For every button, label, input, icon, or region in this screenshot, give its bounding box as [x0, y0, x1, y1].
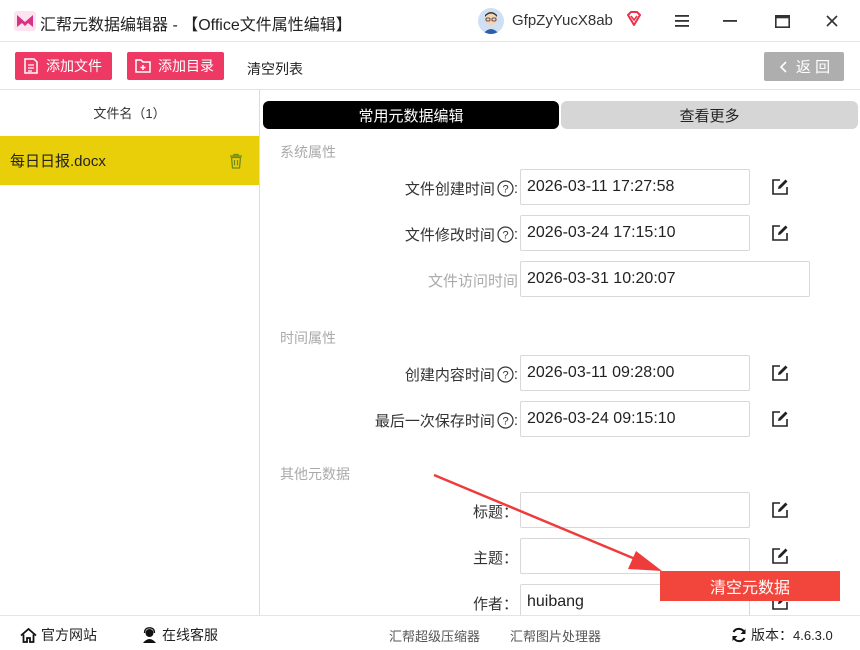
close-icon — [826, 15, 838, 27]
accessed-time-label: 文件访问时间 — [427, 273, 518, 290]
app-logo-icon — [14, 11, 36, 31]
created-time-label: 文件创建时间 ? : — [405, 178, 518, 199]
last-saved-field[interactable]: 2026-03-24 09:15:10 — [520, 401, 750, 437]
modified-time-field[interactable]: 2026-03-24 17:15:10 — [520, 215, 750, 251]
chevron-left-icon — [779, 60, 787, 73]
section-time: 时间属性 — [280, 330, 336, 346]
version-label: 版本： — [751, 627, 793, 643]
menu-button[interactable] — [670, 9, 694, 33]
section-system: 系统属性 — [280, 144, 336, 160]
username[interactable]: GfpZyYucX8ab — [512, 12, 613, 29]
file-list-header: 文件名（1） — [93, 105, 166, 121]
close-button[interactable] — [820, 9, 844, 33]
file-list-item[interactable]: 每日日报.docx — [0, 136, 259, 185]
add-file-button[interactable]: 添加文件 — [15, 52, 112, 80]
edit-icon[interactable] — [770, 177, 790, 197]
svg-text:?: ? — [502, 416, 508, 428]
official-site-label: 官方网站 — [41, 627, 97, 643]
trash-icon[interactable] — [229, 153, 243, 169]
minimize-icon — [723, 20, 737, 22]
edit-icon[interactable] — [770, 223, 790, 243]
tab-view-more[interactable]: 查看更多 — [561, 101, 858, 129]
content-created-field[interactable]: 2026-03-11 09:28:00 — [520, 355, 750, 391]
title-field[interactable] — [520, 492, 750, 528]
last-saved-label-text: 最后一次保存时间 — [374, 413, 495, 430]
home-icon — [20, 627, 37, 643]
vip-diamond-icon[interactable] — [625, 10, 643, 28]
svg-text:?: ? — [502, 184, 508, 196]
created-time-field[interactable]: 2026-03-11 17:27:58 — [520, 169, 750, 205]
maximize-button[interactable] — [770, 9, 794, 33]
edit-icon[interactable] — [770, 409, 790, 429]
colon: : — [513, 366, 518, 383]
colon: : — [513, 226, 518, 243]
file-list-panel: 文件名（1） 每日日报.docx — [0, 90, 260, 615]
avatar-icon — [478, 8, 504, 34]
refresh-icon — [732, 627, 746, 643]
window-title: 汇帮元数据编辑器 - 【Office文件属性编辑】 — [40, 17, 352, 34]
online-support-link[interactable]: 在线客服 — [141, 625, 218, 645]
add-dir-button[interactable]: 添加目录 — [127, 52, 224, 80]
minimize-button[interactable] — [718, 9, 742, 33]
modified-time-label: 文件修改时间 ? : — [405, 224, 518, 245]
edit-icon[interactable] — [770, 363, 790, 383]
back-label: 返 回 — [795, 59, 831, 76]
help-icon[interactable]: ? — [497, 180, 514, 197]
hamburger-icon — [675, 15, 689, 27]
edit-icon[interactable] — [770, 500, 790, 520]
subject-field[interactable] — [520, 538, 750, 574]
add-dir-label: 添加目录 — [158, 58, 214, 74]
title-bar: 汇帮元数据编辑器 - 【Office文件属性编辑】 GfpZyYucX8ab — [0, 0, 860, 42]
version-info[interactable]: 版本： 4.6.3.0 — [731, 625, 833, 645]
official-site-link[interactable]: 官方网站 — [20, 625, 97, 645]
content-created-label-text: 创建内容时间 — [404, 367, 495, 384]
subject-label: 主题： — [472, 550, 518, 567]
file-name: 每日日报.docx — [10, 153, 106, 170]
modified-time-label-text: 文件修改时间 — [404, 227, 495, 244]
created-time-label-text: 文件创建时间 — [404, 181, 495, 198]
add-file-icon — [24, 57, 38, 74]
status-bar: 官方网站 在线客服 汇帮超级压缩器 汇帮图片处理器 版本： 4.6.3.0 — [0, 615, 860, 650]
metadata-panel: 常用元数据编辑 查看更多 系统属性 文件创建时间 ? : 2026-03-11 … — [261, 90, 860, 615]
clear-list-button[interactable]: 清空列表 — [247, 59, 303, 79]
svg-text:?: ? — [502, 370, 508, 382]
colon: : — [513, 180, 518, 197]
version-number: 4.6.3.0 — [793, 627, 833, 643]
content-created-label: 创建内容时间 ? : — [405, 364, 518, 385]
help-icon[interactable]: ? — [497, 366, 514, 383]
title-label: 标题： — [472, 504, 518, 521]
author-label: 作者： — [472, 596, 518, 613]
support-agent-icon — [143, 627, 156, 643]
last-saved-label: 最后一次保存时间 ? : — [375, 410, 518, 431]
user-avatar[interactable] — [478, 8, 504, 34]
colon: : — [513, 412, 518, 429]
online-support-label: 在线客服 — [162, 627, 218, 643]
back-button[interactable]: 返 回 — [764, 52, 844, 81]
help-icon[interactable]: ? — [497, 412, 514, 429]
add-folder-icon — [135, 59, 151, 73]
section-other: 其他元数据 — [280, 466, 350, 482]
toolbar: 添加文件 添加目录 清空列表 返 回 — [0, 42, 860, 90]
compressor-link[interactable]: 汇帮超级压缩器 — [389, 626, 480, 645]
edit-icon[interactable] — [770, 546, 790, 566]
help-icon[interactable]: ? — [497, 226, 514, 243]
clear-metadata-button[interactable]: 清空元数据 — [660, 571, 840, 601]
add-file-label: 添加文件 — [46, 58, 102, 74]
maximize-icon — [774, 14, 790, 28]
accessed-time-field[interactable]: 2026-03-31 10:20:07 — [520, 261, 810, 297]
svg-text:?: ? — [502, 230, 508, 242]
tab-common-metadata[interactable]: 常用元数据编辑 — [263, 101, 559, 129]
image-tool-link[interactable]: 汇帮图片处理器 — [510, 626, 601, 645]
